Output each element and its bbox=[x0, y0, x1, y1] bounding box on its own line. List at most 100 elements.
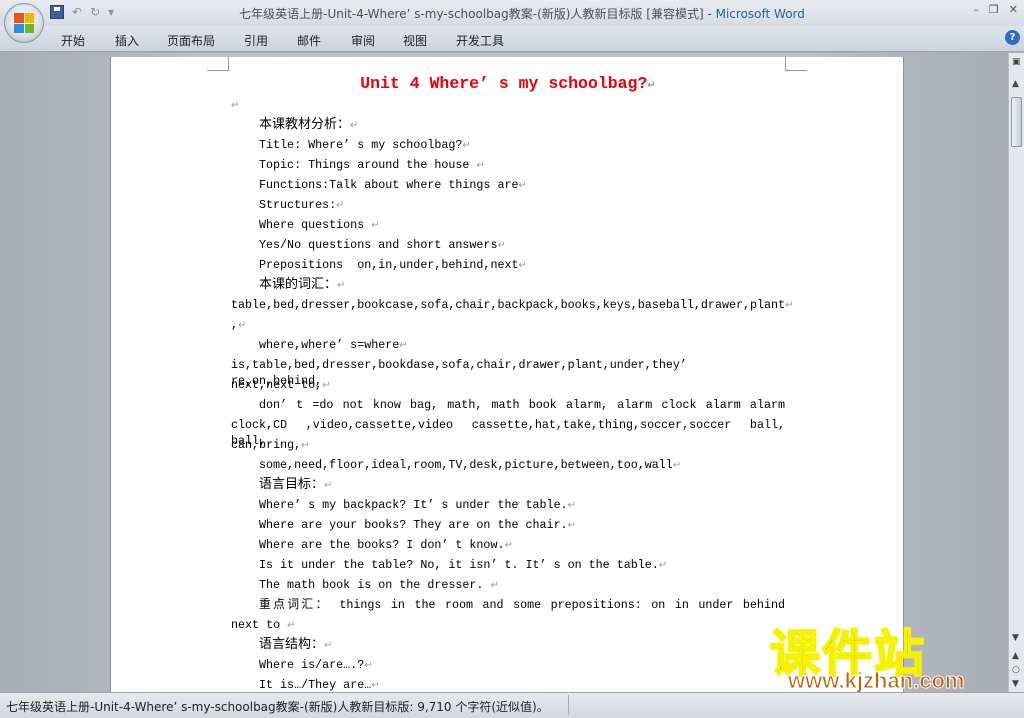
paragraph-mark-icon: ↵ bbox=[567, 520, 576, 531]
watermark-url: www.kjzhan.com bbox=[787, 668, 965, 694]
select-browse-object-icon[interactable]: ○ bbox=[1012, 665, 1020, 675]
text-line: Topic: Things around the house ↵ bbox=[231, 157, 785, 173]
tab-review[interactable]: 审阅 bbox=[351, 32, 375, 49]
next-page-icon[interactable]: ▼ bbox=[1012, 679, 1019, 689]
text-line: 本课教材分析：↵ bbox=[231, 117, 785, 133]
ruler-toggle-icon[interactable]: ▣ bbox=[1012, 57, 1021, 67]
tab-references[interactable]: 引用 bbox=[244, 32, 268, 49]
heading-text: Unit 4 Where’ s my schoolbag? bbox=[360, 74, 648, 93]
title-bar: 七年级英语上册-Unit-4-Where’ s-my-schoolbag教案-(… bbox=[0, 0, 1024, 26]
scroll-down-icon[interactable]: ▼ bbox=[1012, 633, 1019, 643]
line-text: The math book is on the dresser. bbox=[259, 578, 491, 592]
text-line: 重点词汇： things in the room and some prepos… bbox=[231, 597, 785, 613]
paragraph-mark-icon: ↵ bbox=[785, 300, 794, 311]
redo-icon[interactable]: ↻ bbox=[90, 5, 100, 19]
tab-page-layout[interactable]: 页面布局 bbox=[167, 32, 215, 49]
text-line: The math book is on the dresser. ↵ bbox=[231, 577, 785, 593]
line-text: Where are your books? They are on the ch… bbox=[259, 518, 568, 532]
paragraph-mark-icon: ↵ bbox=[324, 480, 333, 491]
text-line: Where are the books? I don’ t know.↵ bbox=[231, 537, 785, 553]
text-line: 语言目标：↵ bbox=[231, 477, 785, 493]
text-line: ↵ bbox=[231, 97, 785, 113]
paragraph-mark-icon: ↵ bbox=[371, 220, 380, 231]
line-text: Where are the books? I don’ t know. bbox=[259, 538, 505, 552]
text-line: some,need,floor,ideal,room,TV,desk,pictu… bbox=[231, 457, 785, 473]
paragraph-mark-icon: ↵ bbox=[462, 140, 471, 151]
line-text: don’ t =do not know bag, math, math book… bbox=[259, 398, 785, 412]
text-line: 本课的词汇：↵ bbox=[231, 277, 785, 293]
text-line: Where questions ↵ bbox=[231, 217, 785, 233]
paragraph-mark-icon: ↵ bbox=[399, 340, 408, 351]
app-name: Microsoft Word bbox=[715, 7, 805, 21]
line-text: some,need,floor,ideal,room,TV,desk,pictu… bbox=[259, 458, 673, 472]
document-workspace: Unit 4 Where’ s my schoolbag?↵ ↵ 本课教材分析：↵… bbox=[0, 53, 1008, 697]
line-text: Prepositions on,in,under,behind,next bbox=[259, 258, 519, 272]
line-text: can,bring, bbox=[231, 438, 302, 452]
line-text: , bbox=[231, 318, 239, 332]
status-bar: 七年级英语上册-Unit-4-Where’ s-my-schoolbag教案-(… bbox=[0, 692, 1024, 718]
text-line: is,table,bed,dresser,bookdase,sofa,chair… bbox=[231, 357, 785, 388]
paragraph-mark-icon: ↵ bbox=[658, 560, 668, 571]
line-text: It is…/They are… bbox=[259, 678, 372, 692]
paragraph-mark-icon: ↵ bbox=[371, 680, 380, 691]
text-line: It is…/They are…↵ bbox=[231, 677, 785, 693]
help-icon[interactable]: ? bbox=[1005, 30, 1020, 45]
text-line: Where’ s my backpack? It’ s under the ta… bbox=[231, 497, 785, 513]
line-text: Where’ s my backpack? It’ s under the ta… bbox=[259, 498, 568, 512]
text-line: can,bring,↵ bbox=[231, 437, 785, 453]
ribbon-tabs: 开始 插入 页面布局 引用 邮件 审阅 视图 开发工具 ? bbox=[0, 26, 1024, 52]
office-logo-icon bbox=[14, 13, 34, 33]
line-text: Functions:Talk about where things are bbox=[259, 178, 519, 192]
vertical-scrollbar[interactable]: ▣ ▲ ▼ ▲ ○ ▼ bbox=[1008, 53, 1024, 692]
text-line: ,↵ bbox=[231, 317, 785, 333]
line-text: Title: Where’ s my schoolbag? bbox=[259, 138, 463, 152]
line-text: where,where’ s=where bbox=[259, 338, 400, 352]
scroll-up-icon[interactable]: ▲ bbox=[1012, 79, 1019, 89]
document-heading: Unit 4 Where’ s my schoolbag?↵ bbox=[360, 74, 656, 93]
tab-home[interactable]: 开始 bbox=[61, 32, 85, 49]
text-line: 语言结构：↵ bbox=[231, 637, 785, 653]
undo-icon[interactable]: ↶ bbox=[72, 5, 82, 19]
paragraph-mark-icon: ↵ bbox=[672, 460, 682, 471]
tab-view[interactable]: 视图 bbox=[403, 32, 427, 49]
previous-page-icon[interactable]: ▲ bbox=[1012, 651, 1019, 661]
paragraph-mark-icon: ↵ bbox=[364, 660, 373, 671]
text-line: Where is/are….?↵ bbox=[231, 657, 785, 673]
tab-developer[interactable]: 开发工具 bbox=[456, 32, 504, 49]
tab-insert[interactable]: 插入 bbox=[115, 32, 139, 49]
line-text: table,bed,dresser,bookcase,sofa,chair,ba… bbox=[231, 298, 786, 312]
text-line: Where are your books? They are on the ch… bbox=[231, 517, 785, 533]
text-line: Prepositions on,in,under,behind,next↵ bbox=[231, 257, 785, 273]
margin-corner-mark bbox=[785, 57, 807, 71]
close-button[interactable]: ✕ bbox=[1009, 3, 1018, 16]
paragraph-mark-icon: ↵ bbox=[567, 500, 576, 511]
line-text: Topic: Things around the house bbox=[259, 158, 477, 172]
paragraph-mark-icon: ↵ bbox=[238, 320, 247, 331]
paragraph-mark-icon: ↵ bbox=[336, 200, 345, 211]
paragraph-mark-icon: ↵ bbox=[476, 160, 485, 171]
line-text: 重点词汇： things in the room and some prepos… bbox=[259, 598, 785, 612]
paragraph-mark-icon: ↵ bbox=[322, 380, 331, 391]
minimize-button[interactable]: – bbox=[973, 3, 979, 16]
watermark-logo: 课件站 www.kjzhan.com bbox=[769, 614, 1010, 694]
tab-mailings[interactable]: 邮件 bbox=[297, 32, 321, 49]
window-title: 七年级英语上册-Unit-4-Where’ s-my-schoolbag教案-(… bbox=[0, 5, 1024, 22]
status-text: 七年级英语上册-Unit-4-Where’ s-my-schoolbag教案-(… bbox=[6, 700, 549, 714]
document-name: 七年级英语上册-Unit-4-Where’ s-my-schoolbag教案-(… bbox=[239, 7, 704, 21]
customize-toolbar-icon[interactable]: ▾ bbox=[108, 5, 114, 19]
save-icon[interactable] bbox=[50, 5, 64, 19]
window-controls: – ❐ ✕ bbox=[973, 3, 1018, 16]
line-text: Where questions bbox=[259, 218, 372, 232]
paragraph-mark-icon: ↵ bbox=[490, 580, 499, 591]
paragraph-mark-icon: ↵ bbox=[324, 640, 333, 651]
restore-button[interactable]: ❐ bbox=[989, 3, 999, 16]
document-page[interactable]: Unit 4 Where’ s my schoolbag?↵ ↵ 本课教材分析：↵… bbox=[110, 57, 904, 697]
text-line: table,bed,dresser,bookcase,sofa,chair,ba… bbox=[231, 297, 793, 313]
text-line: Yes/No questions and short answers↵ bbox=[231, 237, 785, 253]
scroll-thumb[interactable] bbox=[1011, 97, 1022, 147]
status-divider bbox=[568, 695, 569, 715]
paragraph-mark-icon: ↵ bbox=[518, 180, 527, 191]
office-button[interactable] bbox=[4, 3, 44, 43]
line-text: 语言结构： bbox=[259, 637, 325, 652]
text-line: Title: Where’ s my schoolbag?↵ bbox=[231, 137, 785, 153]
